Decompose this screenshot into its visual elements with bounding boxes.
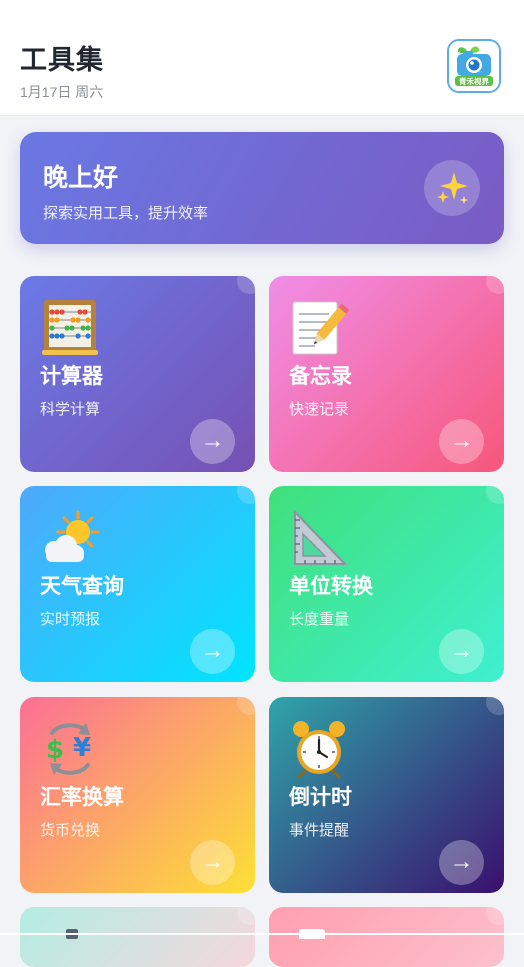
tool-name: 单位转换 xyxy=(289,575,373,598)
tool-description: 实时预报 xyxy=(40,611,101,628)
camera-logo-icon: 青禾视界 xyxy=(449,41,499,91)
date-label: 1月17日 周六 xyxy=(20,84,104,100)
card-corner-decoration xyxy=(237,276,255,294)
card-corner-decoration xyxy=(237,697,255,715)
tool-card-partial-right[interactable] xyxy=(269,907,504,967)
arrow-right-icon[interactable]: → xyxy=(190,419,235,464)
tool-card-weather[interactable]: 天气查询 实时预报 → xyxy=(20,486,255,682)
tool-name: 天气查询 xyxy=(40,575,124,598)
tool-name: 备忘录 xyxy=(289,365,352,388)
arrow-right-icon[interactable]: → xyxy=(439,840,484,885)
sparkles-icon xyxy=(424,160,480,216)
tool-description: 科学计算 xyxy=(40,401,101,418)
card-corner-decoration xyxy=(486,697,504,715)
sun-cloud-icon xyxy=(40,508,100,568)
tool-description: 长度重量 xyxy=(289,611,350,628)
svg-text:$: $ xyxy=(46,735,64,765)
tool-description: 事件提醒 xyxy=(289,822,350,839)
triangle-ruler-icon xyxy=(289,508,349,568)
tool-card-unit-conversion[interactable]: 单位转换 长度重量 → xyxy=(269,486,504,682)
tool-name: 计算器 xyxy=(40,365,103,388)
card-corner-decoration xyxy=(237,486,255,504)
card-corner-decoration xyxy=(486,276,504,294)
card-corner-decoration xyxy=(486,486,504,504)
greeting-banner: 晚上好 探索实用工具，提升效率 xyxy=(20,132,504,244)
tool-description: 货币兑换 xyxy=(40,822,101,839)
arrow-right-icon[interactable]: → xyxy=(439,629,484,674)
page-title: 工具集 xyxy=(20,45,104,75)
tool-name: 汇率换算 xyxy=(40,786,124,809)
tool-card-countdown[interactable]: 倒计时 事件提醒 → xyxy=(269,697,504,893)
tool-card-partial-left[interactable] xyxy=(20,907,255,967)
svg-text:青禾视界: 青禾视界 xyxy=(459,76,489,86)
greeting-title: 晚上好 xyxy=(43,164,119,192)
card-corner-decoration xyxy=(486,907,504,925)
tool-card-memo[interactable]: 备忘录 快速记录 → xyxy=(269,276,504,472)
brand-logo[interactable]: 青禾视界 xyxy=(447,39,501,93)
currency-exchange-icon: $ ¥ xyxy=(40,719,100,779)
app-header: 工具集 1月17日 周六 青禾视界 xyxy=(0,0,524,116)
alarm-clock-icon xyxy=(289,719,349,779)
tool-description: 快速记录 xyxy=(289,401,350,418)
tool-card-calculator[interactable]: 计算器 科学计算 → xyxy=(20,276,255,472)
arrow-right-icon[interactable]: → xyxy=(190,840,235,885)
card-corner-decoration xyxy=(237,907,255,925)
memo-icon xyxy=(289,298,350,358)
abacus-icon xyxy=(40,298,100,358)
greeting-subtitle: 探索实用工具，提升效率 xyxy=(43,205,209,222)
svg-text:¥: ¥ xyxy=(73,733,91,763)
arrow-right-icon[interactable]: → xyxy=(190,629,235,674)
tool-card-exchange[interactable]: $ ¥ 汇率换算 货币兑换 → xyxy=(20,697,255,893)
arrow-right-icon[interactable]: → xyxy=(439,419,484,464)
tool-name: 倒计时 xyxy=(289,786,352,809)
